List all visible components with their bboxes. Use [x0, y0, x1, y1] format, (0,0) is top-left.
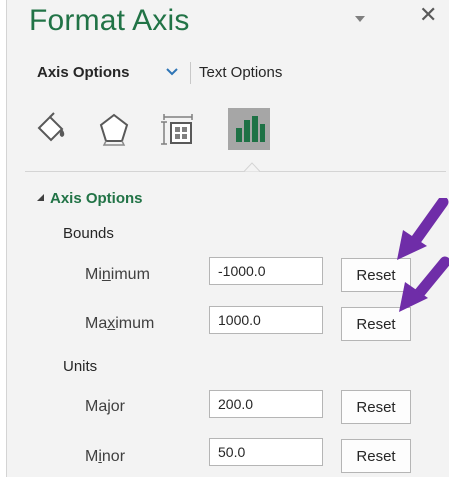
maximum-input[interactable]: [209, 306, 323, 334]
size-properties-icon: [161, 114, 193, 145]
units-label: Units: [63, 358, 98, 375]
pane-title: Format Axis: [29, 4, 190, 37]
close-button[interactable]: ✕: [419, 4, 437, 26]
minor-input[interactable]: [209, 438, 323, 466]
major-input[interactable]: [209, 390, 323, 418]
chevron-down-icon[interactable]: [165, 67, 179, 77]
pane-options-dropdown[interactable]: [352, 12, 368, 26]
minor-label: Minor: [85, 448, 126, 465]
effects-button[interactable]: [93, 108, 135, 150]
format-axis-pane: Format Axis ✕ Axis Options Text Options: [6, 0, 449, 477]
tab-divider: [190, 62, 191, 84]
annotation-arrow-maximum: [399, 256, 449, 312]
minimum-label: Minimum: [85, 266, 150, 283]
triangle-down-icon: [355, 16, 365, 22]
axis-options-button[interactable]: [228, 108, 270, 150]
tab-text-options[interactable]: Text Options: [199, 64, 282, 81]
size-properties-button[interactable]: [157, 108, 199, 150]
minor-reset-button[interactable]: Reset: [341, 439, 411, 473]
close-icon: ✕: [419, 2, 438, 27]
bounds-label: Bounds: [63, 225, 114, 242]
section-title-axis-options[interactable]: Axis Options: [50, 190, 143, 207]
fill-line-icon: [37, 112, 65, 142]
effects-icon: [99, 113, 129, 146]
major-reset-button[interactable]: Reset: [341, 390, 411, 424]
maximum-label: Maximum: [85, 315, 155, 332]
axis-options-icon: [236, 116, 265, 142]
tab-axis-options[interactable]: Axis Options: [37, 64, 130, 81]
fill-line-button[interactable]: [31, 108, 73, 150]
active-tab-pointer: [244, 162, 260, 172]
section-divider: [25, 171, 446, 172]
minimum-input[interactable]: [209, 257, 323, 285]
major-label: Major: [85, 398, 126, 415]
collapse-triangle-icon[interactable]: [37, 194, 45, 202]
